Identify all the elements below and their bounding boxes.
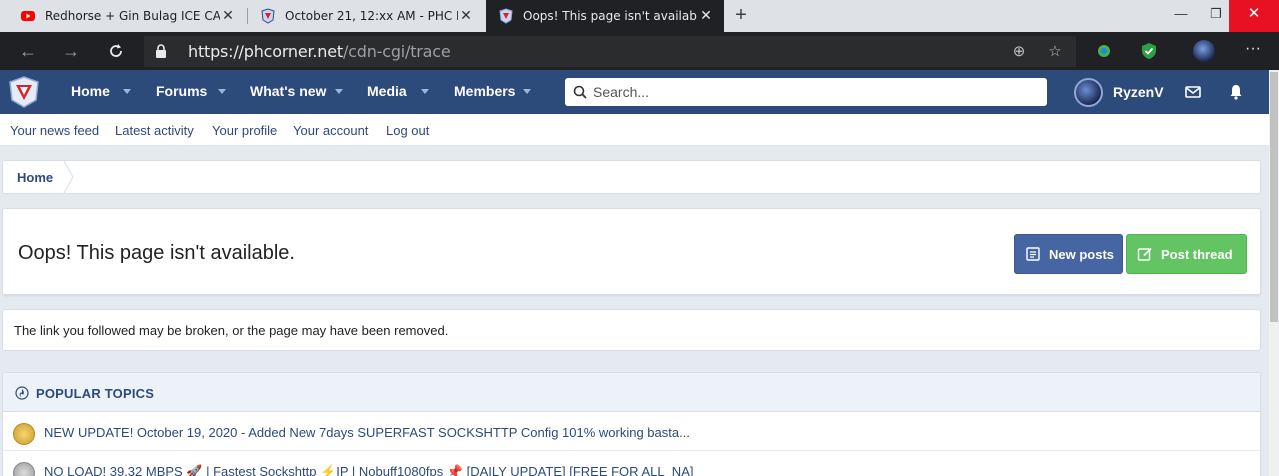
inbox-icon[interactable] bbox=[1184, 83, 1202, 101]
tab-active-oops[interactable]: Oops! This page isn't available. | PHC ✕ bbox=[486, 0, 724, 32]
subnav-your-account[interactable]: Your account bbox=[293, 123, 368, 138]
search-input[interactable] bbox=[593, 83, 1033, 101]
tab-close-icon[interactable]: ✕ bbox=[698, 8, 714, 24]
more-menu-icon[interactable]: ··· bbox=[1242, 40, 1264, 62]
error-message-panel: The link you followed may be broken, or … bbox=[2, 309, 1261, 351]
window-close-button[interactable]: ✕ bbox=[1229, 0, 1279, 32]
search-icon bbox=[573, 85, 587, 99]
bell-icon[interactable] bbox=[1227, 83, 1245, 101]
tab-phc-forum[interactable]: October 21, 12:xx AM - PHC Forum ✕ bbox=[248, 0, 484, 32]
nav-whats-new[interactable]: What's new bbox=[250, 83, 326, 99]
tab-close-icon[interactable]: ✕ bbox=[220, 8, 236, 24]
nav-media[interactable]: Media bbox=[367, 83, 407, 99]
url-text: https://phcorner.net/cdn-cgi/trace bbox=[188, 42, 451, 61]
scrollbar-thumb[interactable] bbox=[1270, 72, 1278, 322]
topic-badge-icon bbox=[13, 462, 35, 476]
tab-close-icon[interactable]: ✕ bbox=[458, 8, 474, 24]
error-message: The link you followed may be broken, or … bbox=[14, 323, 449, 338]
page-title: Oops! This page isn't available. bbox=[18, 242, 295, 264]
document-icon bbox=[1025, 246, 1041, 262]
subnav-news-feed[interactable]: Your news feed bbox=[10, 123, 99, 138]
forward-arrow-icon[interactable]: → bbox=[59, 39, 83, 63]
youtube-icon bbox=[20, 8, 36, 24]
address-bar[interactable]: https://phcorner.net/cdn-cgi/trace ⊕ ☆ bbox=[144, 36, 1076, 67]
chevron-down-icon[interactable] bbox=[523, 89, 531, 94]
chevron-down-icon[interactable] bbox=[421, 89, 429, 94]
add-to-collection-icon[interactable]: ⊕ bbox=[1010, 43, 1028, 61]
lock-icon bbox=[154, 43, 168, 59]
popular-topics-header: POPULAR TOPICS bbox=[3, 373, 1260, 412]
topic-badge-icon bbox=[13, 423, 35, 445]
maximize-button[interactable]: ❐ bbox=[1200, 0, 1232, 32]
reload-icon[interactable] bbox=[104, 39, 128, 63]
topic-link[interactable]: NO LOAD! 39.32 MBPS 🚀 | Fastest Sockshtt… bbox=[44, 464, 693, 476]
chevron-down-icon[interactable] bbox=[335, 89, 343, 94]
chevron-down-icon[interactable] bbox=[218, 89, 226, 94]
popular-topics-heading: POPULAR TOPICS bbox=[36, 386, 155, 401]
fire-icon bbox=[15, 386, 29, 400]
nav-forums[interactable]: Forums bbox=[156, 83, 207, 99]
popular-topics: POPULAR TOPICS NEW UPDATE! October 19, 2… bbox=[2, 372, 1261, 476]
star-bookmark-icon[interactable]: ☆ bbox=[1046, 43, 1064, 61]
phc-logo-icon[interactable] bbox=[6, 74, 42, 110]
new-posts-button[interactable]: New posts bbox=[1014, 234, 1123, 274]
breadcrumb-home[interactable]: Home bbox=[17, 170, 53, 185]
phc-logo-icon bbox=[260, 8, 276, 24]
list-item[interactable]: NO LOAD! 39.32 MBPS 🚀 | Fastest Sockshtt… bbox=[3, 452, 1260, 476]
tab-youtube[interactable]: Redhorse + Gin Bulag ICE CANDY ✕ bbox=[8, 0, 246, 32]
breadcrumb-separator bbox=[63, 160, 75, 194]
edit-icon bbox=[1137, 246, 1153, 262]
phc-logo-icon bbox=[498, 8, 514, 24]
list-item[interactable]: NEW UPDATE! October 19, 2020 - Added New… bbox=[3, 413, 1260, 451]
subnav-latest-activity[interactable]: Latest activity bbox=[115, 123, 194, 138]
post-thread-button[interactable]: Post thread bbox=[1126, 234, 1247, 274]
new-tab-button[interactable]: + bbox=[730, 4, 752, 26]
sub-navigation: Your news feed Latest activity Your prof… bbox=[0, 114, 1279, 146]
subnav-log-out[interactable]: Log out bbox=[386, 123, 429, 138]
extension-icon[interactable] bbox=[1093, 40, 1115, 62]
nav-members[interactable]: Members bbox=[454, 83, 515, 99]
topic-link[interactable]: NEW UPDATE! October 19, 2020 - Added New… bbox=[44, 425, 690, 440]
minimize-button[interactable]: — bbox=[1165, 0, 1197, 32]
nav-home[interactable]: Home bbox=[71, 83, 110, 99]
search-box bbox=[565, 78, 1047, 106]
tab-strip: Redhorse + Gin Bulag ICE CANDY ✕ October… bbox=[0, 0, 1279, 32]
breadcrumb: Home bbox=[2, 160, 1261, 194]
avatar[interactable] bbox=[1074, 78, 1103, 107]
back-arrow-icon[interactable]: ← bbox=[16, 39, 40, 63]
chevron-down-icon[interactable] bbox=[123, 89, 131, 94]
site-header: Home Forums What's new Media Members Ryz… bbox=[0, 70, 1279, 114]
page-title-bar: Oops! This page isn't available. New pos… bbox=[2, 208, 1261, 295]
profile-avatar-icon[interactable] bbox=[1193, 40, 1215, 62]
username[interactable]: RyzenV bbox=[1113, 84, 1164, 100]
subnav-your-profile[interactable]: Your profile bbox=[212, 123, 277, 138]
shield-icon[interactable] bbox=[1138, 40, 1160, 62]
